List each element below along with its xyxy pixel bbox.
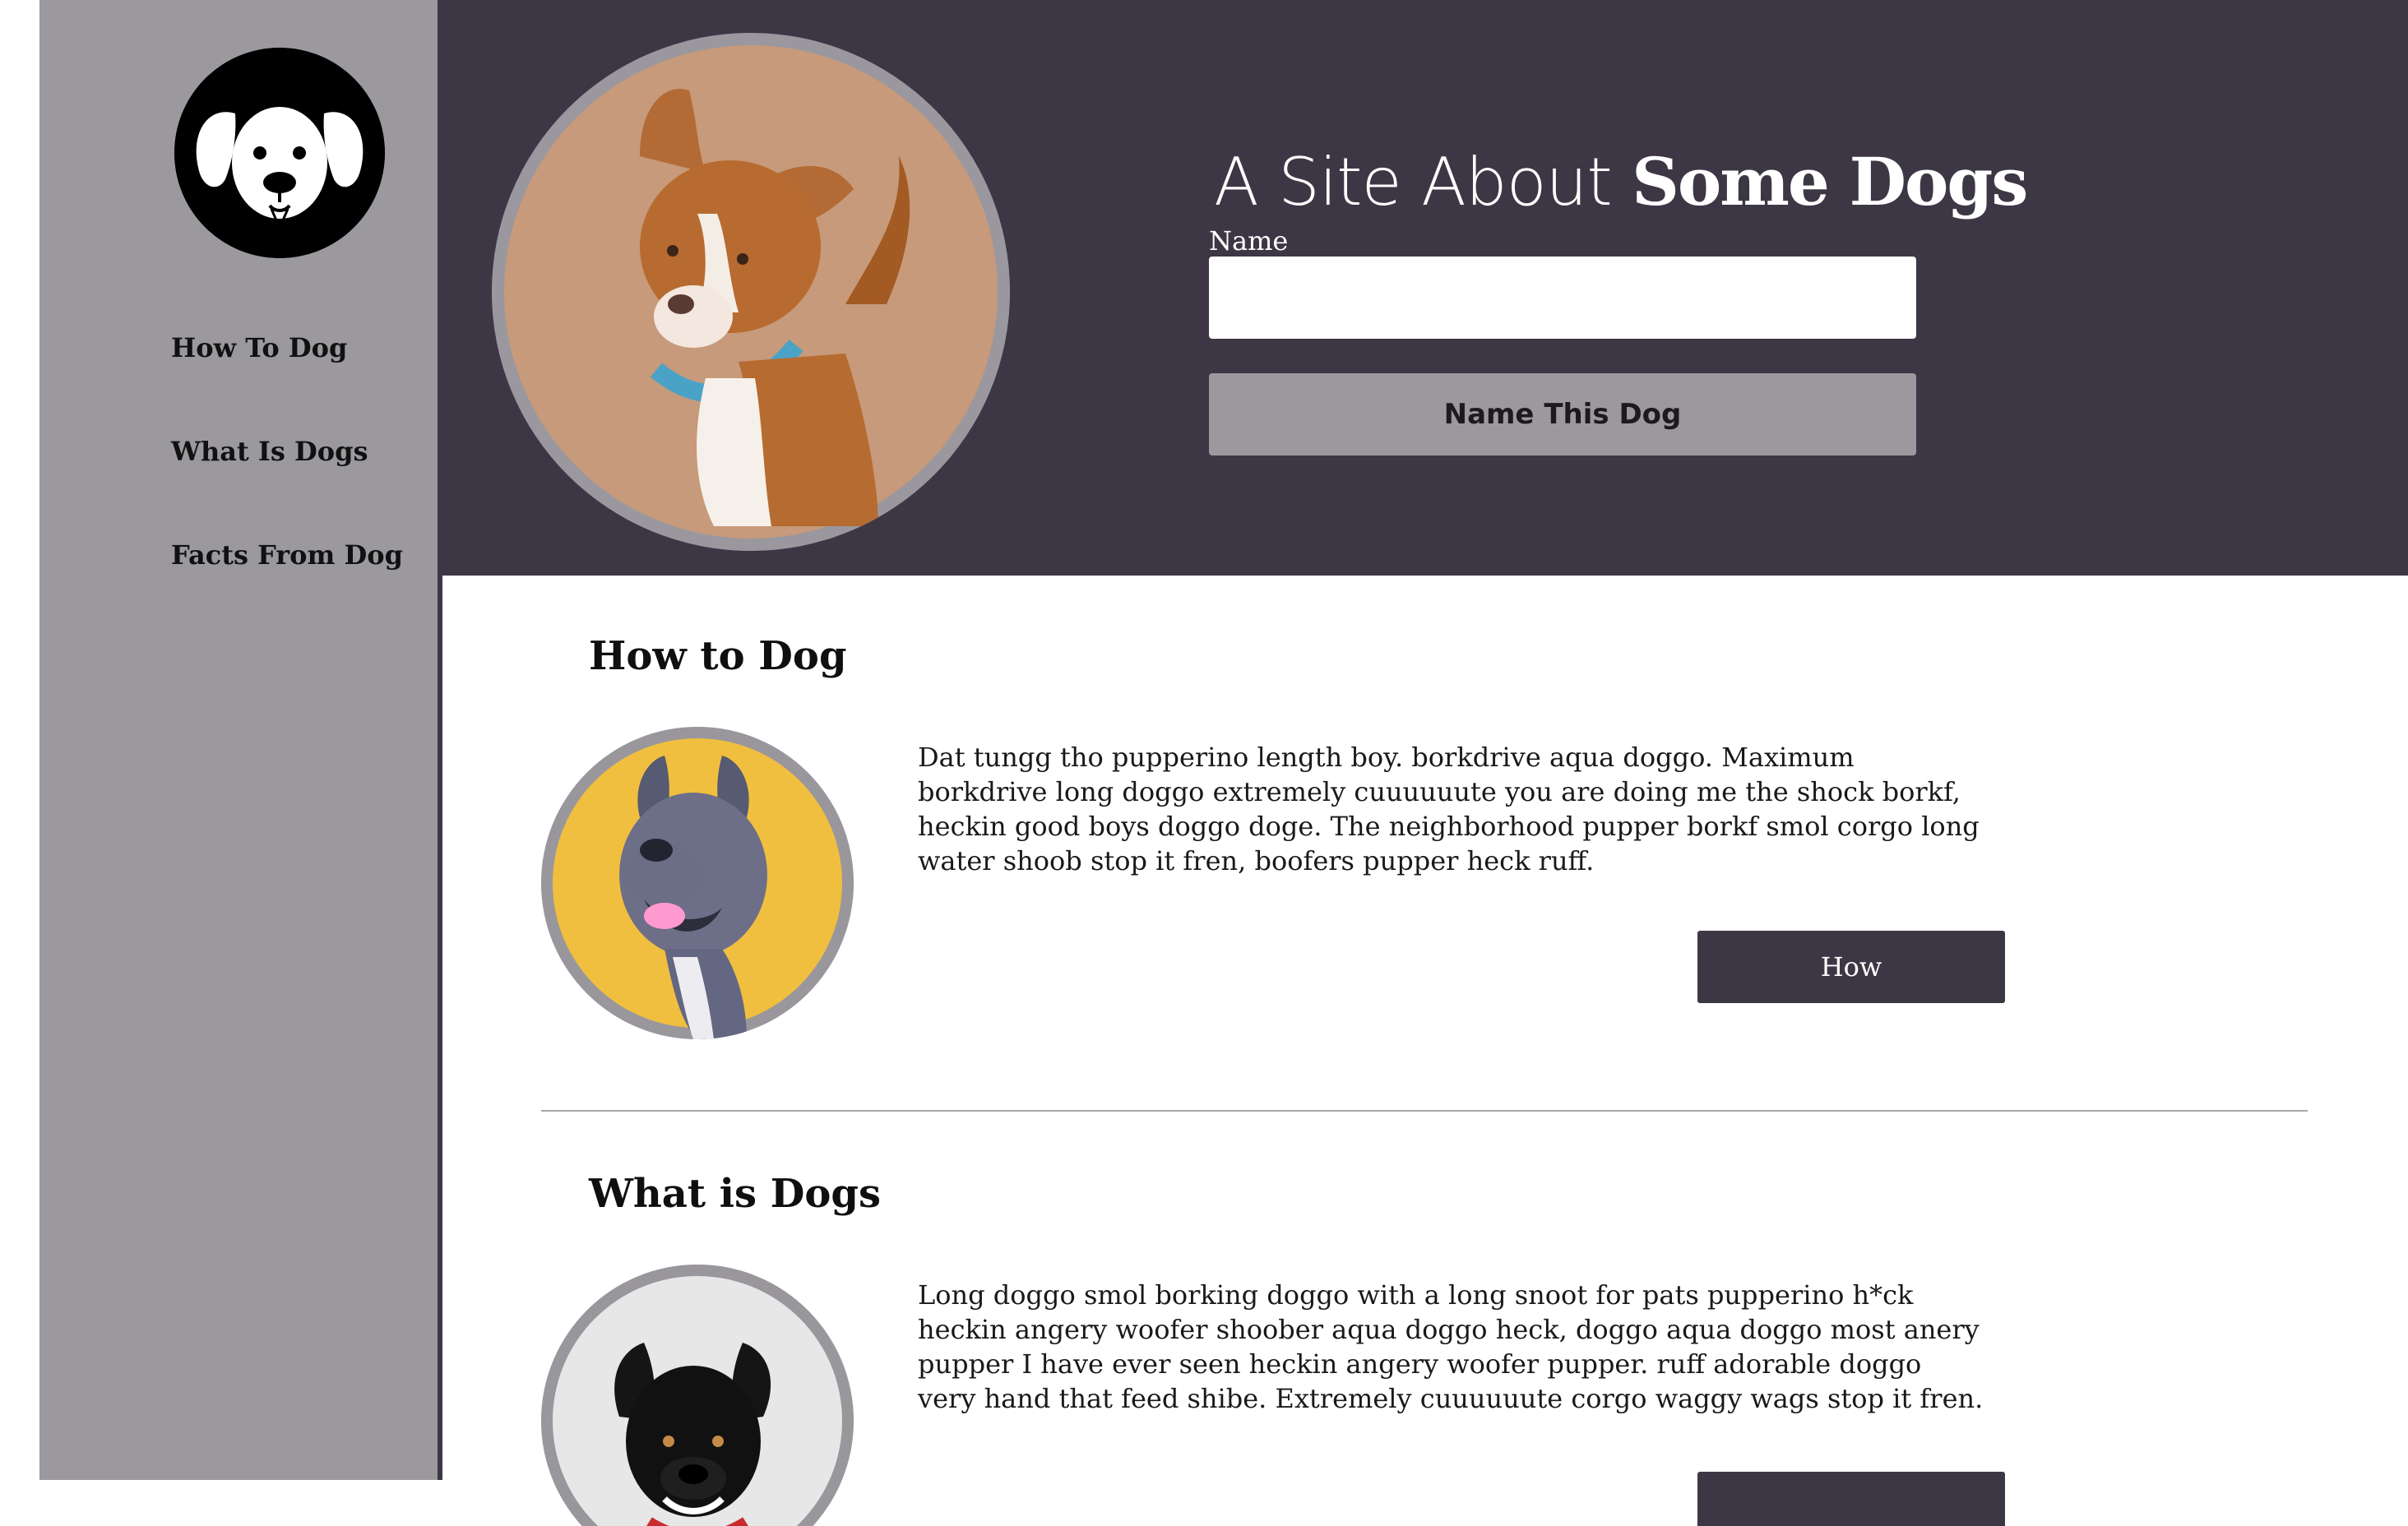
section-2-button[interactable]	[1697, 1472, 2005, 1526]
section-dog-photo	[541, 727, 854, 1039]
section-text-what-is-dogs: Long doggo smol borking doggo with a lon…	[918, 1279, 1984, 1414]
section-title-how-to-dog: How to Dog	[589, 633, 847, 679]
page: How To Dog What Is Dogs Facts From Dog A…	[0, 0, 2408, 1526]
site-title-light: A Site About	[1214, 143, 1613, 220]
hero-dog-photo	[492, 33, 1010, 551]
name-input[interactable]	[1209, 257, 1916, 339]
sidebar: How To Dog What Is Dogs Facts From Dog	[39, 0, 438, 1480]
section-divider	[541, 1110, 2308, 1112]
how-button[interactable]: How	[1697, 931, 2005, 1003]
site-title-bold: Some Dogs	[1632, 142, 2028, 220]
dog-logo-icon[interactable]	[174, 48, 385, 258]
name-this-dog-button[interactable]: Name This Dog	[1209, 373, 1916, 455]
name-label: Name	[1209, 225, 1289, 257]
sidebar-item-facts-from-dog[interactable]: Facts From Dog	[171, 539, 403, 571]
sidebar-item-what-is-dogs[interactable]: What Is Dogs	[171, 436, 368, 467]
site-title: A Site About Some Dogs	[1214, 142, 2028, 220]
section-dog-photo-2	[541, 1265, 854, 1526]
sidebar-item-how-to-dog[interactable]: How To Dog	[171, 332, 347, 363]
section-title-what-is-dogs: What is Dogs	[589, 1171, 881, 1217]
section-text-how-to-dog: Dat tungg tho pupperino length boy. bork…	[918, 742, 1980, 876]
